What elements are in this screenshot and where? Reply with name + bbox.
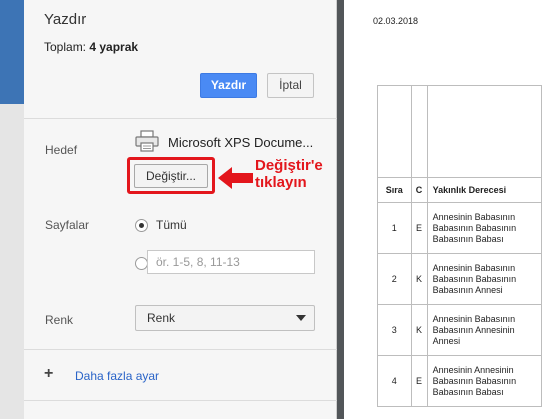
kinship-line: Annesinin Babasının xyxy=(432,262,516,273)
row-gender: K xyxy=(410,304,428,356)
kinship-line: Annesinin Annesinin xyxy=(432,364,514,375)
annotation-note: Değiştir'e tıklayın xyxy=(255,157,323,191)
print-settings-panel: Yazdır Toplam: 4 yaprak Yazdır İptal Hed… xyxy=(24,0,337,419)
background-page-header xyxy=(0,0,24,104)
change-destination-button[interactable]: Değiştir... xyxy=(134,164,208,188)
row-kinship: Annesinin Annesinin Babasının Babasının … xyxy=(426,355,542,407)
row-gender: E xyxy=(410,355,428,407)
table-row: 4 E Annesinin Annesinin Babasının Babası… xyxy=(377,355,542,407)
header-divider xyxy=(24,118,337,119)
printer-icon xyxy=(135,130,159,152)
table-header-row: Sıra C Yakınlık Derecesi xyxy=(377,177,542,203)
row-kinship: Annesinin Babasının Babasının Babasının … xyxy=(426,202,542,254)
kinship-line: Babasının Annesi xyxy=(432,284,503,295)
preview-page: 02.03.2018 Sıra C Yakınlık Derecesi 1 E … xyxy=(344,0,542,419)
table-row: 2 K Annesinin Babasının Babasının Babası… xyxy=(377,253,542,305)
table-cell xyxy=(410,85,428,178)
row-number: 1 xyxy=(377,202,412,254)
total-value: 4 yaprak xyxy=(89,40,139,54)
chevron-down-icon xyxy=(296,315,306,321)
footer-divider xyxy=(24,400,337,401)
row-number: 3 xyxy=(377,304,412,356)
plus-icon[interactable]: + xyxy=(44,366,53,382)
row-number: 2 xyxy=(377,253,412,305)
column-header-yakinlik: Yakınlık Derecesi xyxy=(426,177,542,203)
kinship-line: Annesinin Babasının xyxy=(432,211,516,222)
print-button[interactable]: Yazdır xyxy=(200,73,257,98)
column-header-sira: Sıra xyxy=(377,177,412,203)
page-range-input[interactable]: ör. 1-5, 8, 11-13 xyxy=(147,250,315,274)
more-settings-link[interactable]: Daha fazla ayar xyxy=(75,369,159,383)
row-kinship: Annesinin Babasının Babasının Babasının … xyxy=(426,253,542,305)
kinship-line: Annesinin Babasının xyxy=(432,313,516,324)
printer-name: Microsoft XPS Docume... xyxy=(168,135,314,150)
cancel-button[interactable]: İptal xyxy=(267,73,314,98)
kinship-table: Sıra C Yakınlık Derecesi 1 E Annesinin B… xyxy=(377,85,542,407)
row-number: 4 xyxy=(377,355,412,407)
preview-date: 02.03.2018 xyxy=(373,16,419,26)
color-label: Renk xyxy=(45,313,74,327)
table-row: 1 E Annesinin Babasının Babasının Babası… xyxy=(377,202,542,254)
pages-all-label: Tümü xyxy=(156,218,187,232)
table-row: 3 K Annesinin Babasının Babasının Annesi… xyxy=(377,304,542,356)
kinship-line: Babasının Babasının xyxy=(432,222,517,233)
kinship-line: Babasının Babasının xyxy=(432,375,517,386)
total-label: Toplam: xyxy=(44,40,87,54)
pages-all-radio[interactable] xyxy=(135,219,148,232)
table-cell xyxy=(426,85,542,178)
color-select-value: Renk xyxy=(147,311,176,325)
row-gender: E xyxy=(410,202,428,254)
dialog-title: Yazdır xyxy=(44,11,87,28)
destination-label: Hedef xyxy=(45,143,78,157)
kinship-line: Babasının Babasının xyxy=(432,273,517,284)
annotation-line-2: tıklayın xyxy=(255,174,307,191)
kinship-line: Annesi xyxy=(432,335,461,346)
row-gender: K xyxy=(410,253,428,305)
column-header-c: C xyxy=(410,177,428,203)
kinship-line: Babasının Annesinin xyxy=(432,324,515,335)
annotation-line-1: Değiştir'e xyxy=(255,157,323,174)
pages-label: Sayfalar xyxy=(45,218,90,232)
table-top-row xyxy=(377,85,542,178)
annotation-arrow-icon xyxy=(218,167,253,189)
row-kinship: Annesinin Babasının Babasının Annesinin … xyxy=(426,304,542,356)
color-select[interactable]: Renk xyxy=(135,305,315,331)
kinship-line: Babasının Babası xyxy=(432,233,504,244)
settings-divider xyxy=(24,349,337,350)
kinship-line: Babasının Babası xyxy=(432,386,504,397)
page-total: Toplam: 4 yaprak xyxy=(44,40,138,54)
table-cell xyxy=(377,85,412,178)
